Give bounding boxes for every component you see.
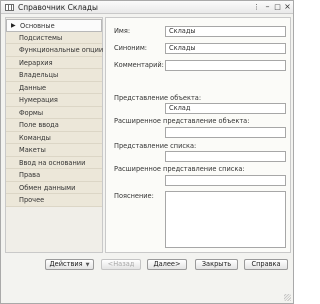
help-button[interactable]: Справка	[244, 259, 288, 270]
window-menu-icon[interactable]: ⋮	[251, 2, 262, 12]
name-label: Имя:	[114, 27, 131, 35]
actions-button[interactable]: Действия ▼	[45, 259, 94, 270]
extended-object-representation-field[interactable]	[165, 127, 286, 138]
sidebar-item-label: Иерархия	[19, 58, 53, 67]
sidebar-item-commands[interactable]: Команды	[6, 131, 102, 144]
sidebar-item-main[interactable]: ▶ Основные	[6, 19, 102, 32]
sidebar-item-label: Данные	[19, 83, 47, 92]
sidebar-item-owners[interactable]: Владельцы	[6, 69, 102, 82]
sidebar-item-functional-options[interactable]: Функциональные опции	[6, 44, 104, 57]
extended-object-representation-label: Расширенное представление объекта:	[114, 117, 250, 125]
close-button[interactable]: Закрыть	[195, 259, 238, 270]
sidebar-item-numbering[interactable]: Нумерация	[6, 94, 102, 107]
object-representation-field[interactable]: Склад	[165, 103, 286, 114]
title-bar: Справочник Склады ⋮ – □ ×	[1, 1, 293, 14]
sidebar-item-label: Поле ввода	[19, 121, 59, 129]
button-bar: Действия ▼ <Назад Далее> Закрыть Справка	[1, 256, 293, 303]
sidebar-item-label: Подсистемы	[19, 33, 63, 42]
properties-panel: Имя: Склады Синоним: Склады Комментарий:…	[105, 17, 291, 253]
sidebar-item-label: Макеты	[19, 146, 46, 154]
resize-grip-icon[interactable]	[284, 294, 291, 301]
sidebar-item-input-by-basis[interactable]: Ввод на основании	[6, 156, 102, 169]
sidebar-item-label: Ввод на основании	[19, 158, 86, 167]
list-representation-field[interactable]	[165, 151, 286, 162]
sections-sidebar: ▶ Основные Подсистемы Функциональные опц…	[5, 17, 103, 253]
explanation-label: Пояснение:	[114, 192, 154, 200]
next-button[interactable]: Далее>	[147, 259, 187, 270]
sidebar-item-label: Команды	[19, 133, 51, 142]
synonym-field[interactable]: Склады	[165, 43, 286, 54]
sidebar-item-other[interactable]: Прочее	[6, 194, 102, 207]
sidebar-item-label: Обмен данными	[19, 183, 76, 192]
extended-list-representation-field[interactable]	[165, 175, 286, 186]
name-field[interactable]: Склады	[165, 26, 286, 37]
sidebar-item-label: Основные	[20, 22, 55, 30]
comment-label: Комментарий:	[114, 61, 164, 69]
window-title: Справочник Склады	[18, 3, 98, 12]
back-button[interactable]: <Назад	[101, 259, 141, 270]
sidebar-item-subsystems[interactable]: Подсистемы	[6, 31, 102, 44]
sidebar-item-hierarchy[interactable]: Иерархия	[6, 56, 102, 69]
actions-button-label: Действия	[49, 260, 83, 268]
comment-field[interactable]	[165, 60, 286, 71]
catalog-icon	[5, 4, 14, 11]
sidebar-item-label: Владельцы	[19, 71, 59, 79]
sidebar-item-label: Формы	[19, 108, 44, 117]
catalog-editor-window: Справочник Склады ⋮ – □ × ▶ Основные Под…	[0, 0, 294, 304]
list-representation-label: Представление списка:	[114, 142, 197, 150]
object-representation-label: Представление объекта:	[114, 94, 202, 102]
sidebar-item-templates[interactable]: Макеты	[6, 144, 102, 157]
sidebar-item-data[interactable]: Данные	[6, 81, 102, 94]
sidebar-item-label: Функциональные опции	[19, 46, 104, 54]
chevron-down-icon: ▼	[85, 262, 90, 268]
sidebar-item-input-field[interactable]: Поле ввода	[6, 119, 102, 132]
extended-list-representation-label: Расширенное представление списка:	[114, 165, 245, 173]
synonym-label: Синоним:	[114, 44, 148, 52]
sidebar-item-label: Права	[19, 171, 41, 179]
sidebar-item-forms[interactable]: Формы	[6, 106, 102, 119]
explanation-textarea[interactable]	[165, 191, 286, 248]
sidebar-item-label: Нумерация	[19, 96, 58, 104]
current-item-arrow-icon: ▶	[11, 22, 16, 29]
close-icon[interactable]: ×	[282, 2, 293, 12]
sidebar-item-data-exchange[interactable]: Обмен данными	[6, 181, 102, 194]
sidebar-item-rights[interactable]: Права	[6, 169, 102, 182]
sidebar-item-label: Прочее	[19, 196, 45, 204]
